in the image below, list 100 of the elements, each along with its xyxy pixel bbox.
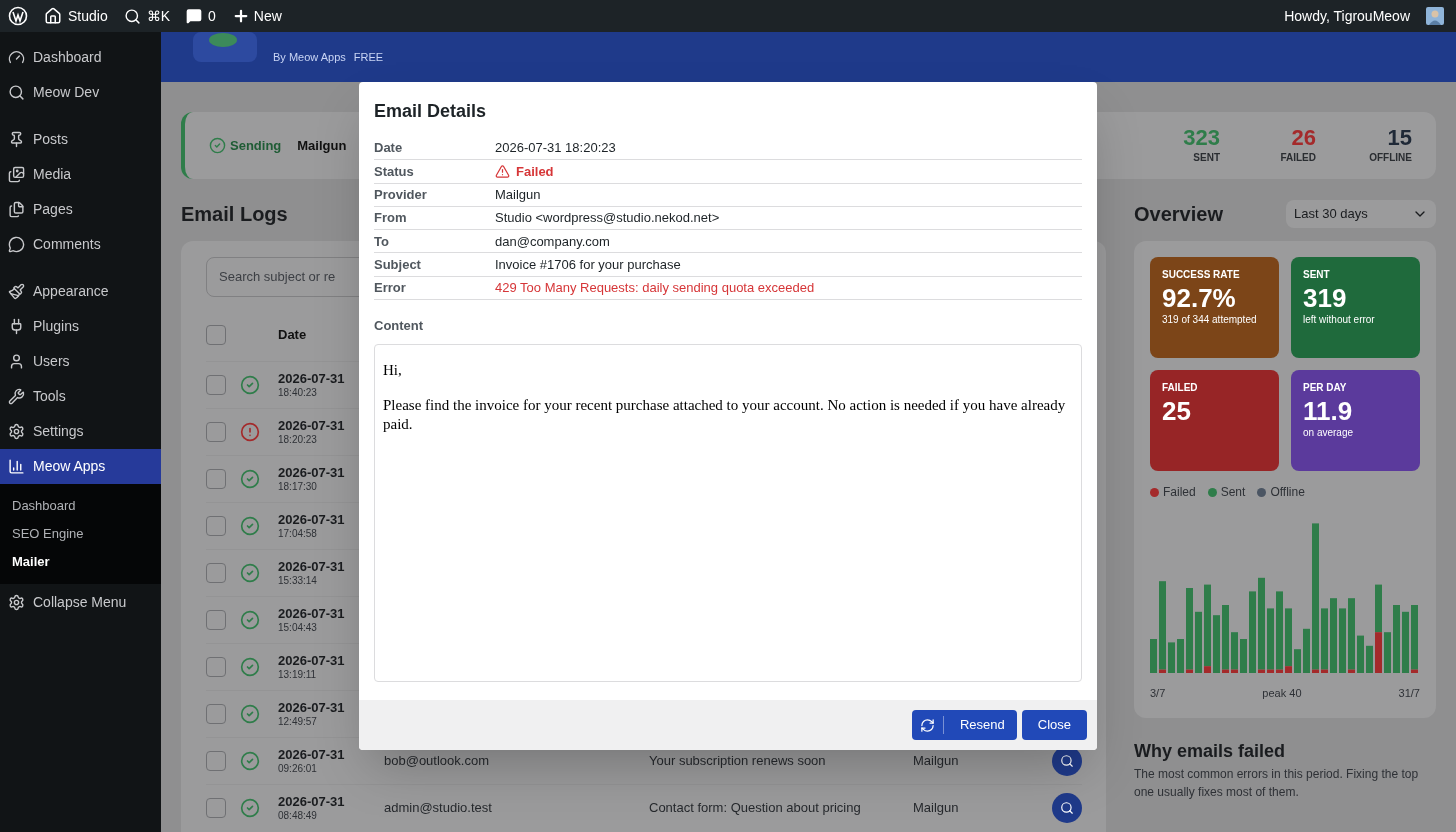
tile-label: SUCCESS RATE — [1162, 268, 1241, 282]
sidebar-item[interactable]: Posts — [0, 122, 161, 157]
comment-icon[interactable] — [186, 8, 203, 24]
sidebar-item[interactable]: Meow Dev — [0, 75, 161, 110]
checkbox[interactable] — [206, 610, 226, 630]
time-cell-text: 18:40:23 — [278, 387, 318, 399]
sent-bar — [1384, 632, 1391, 673]
submenu-item[interactable]: Mailer — [0, 548, 161, 576]
collapse-icon[interactable] — [8, 593, 25, 611]
check-icon — [209, 137, 226, 154]
section-description: The most common errors in this period. Fixing the top one usually fixes most of them. — [1134, 765, 1420, 801]
date-cell-text: 2026-07-31 — [278, 559, 346, 575]
avatar[interactable] — [1426, 7, 1444, 25]
tile-value: 11.9 — [1303, 395, 1354, 427]
checkbox[interactable] — [206, 563, 226, 583]
submenu-item[interactable]: Dashboard — [0, 492, 161, 520]
field-value: Invoice #1706 for your purchase — [495, 255, 681, 274]
new-link[interactable]: New — [253, 5, 282, 27]
sent-bar — [1411, 605, 1418, 670]
date-cell-text: 2026-07-31 — [278, 700, 346, 716]
sent-bar — [1357, 635, 1364, 673]
gauge-icon — [8, 49, 25, 66]
images-icon — [8, 166, 25, 183]
check-icon — [240, 563, 260, 583]
dialog-title: Email Details — [374, 100, 487, 123]
tile-label: PER DAY — [1303, 381, 1348, 395]
close-button[interactable]: Close — [1021, 710, 1087, 740]
content-paragraph: Hi, — [383, 360, 403, 380]
field-value: dan@company.com — [495, 232, 610, 251]
field-value: Studio <wordpress@studio.nekod.net> — [495, 209, 720, 228]
legend-label: Sent — [1220, 484, 1246, 501]
checkbox[interactable] — [206, 422, 226, 442]
stat-value: 26 — [1291, 126, 1316, 150]
stat-value: 323 — [1183, 126, 1220, 150]
sidebar-item[interactable]: Settings — [0, 414, 161, 449]
tile-note: left without error — [1303, 314, 1376, 326]
content-paragraph: Please find the invoice for your recent purchase attached to your account. No action is needed if you have already paid. — [383, 395, 1067, 434]
user-icon — [8, 353, 25, 370]
date-cell-text: 2026-07-31 — [278, 794, 346, 810]
sidebar-item[interactable]: Pages — [0, 192, 161, 227]
date-cell-text: 2026-07-31 — [278, 465, 346, 481]
status-label: Sending — [230, 136, 282, 155]
greeting[interactable]: Howdy, TigrouMeow — [1284, 5, 1410, 27]
stat-label: SENT — [1193, 151, 1220, 165]
recipient-cell-text: admin@studio.test — [384, 799, 493, 818]
column-header: Date — [278, 326, 307, 345]
sent-bar — [1267, 608, 1274, 670]
subject-cell-text: Contact form: Question about pricing — [649, 799, 862, 818]
sent-bar — [1150, 639, 1157, 673]
sidebar-item[interactable]: Media — [0, 157, 161, 192]
failed-bar — [1375, 632, 1382, 673]
axis-label: 3/7 — [1150, 686, 1166, 701]
search-icon[interactable] — [123, 7, 141, 25]
checkbox[interactable] — [206, 704, 226, 724]
check-icon — [240, 798, 260, 818]
sent-bar — [1294, 649, 1301, 673]
site-link[interactable]: Studio — [68, 5, 108, 27]
search-icon — [1060, 754, 1074, 768]
sidebar-item[interactable]: Appearance — [0, 274, 161, 309]
home-icon[interactable] — [44, 7, 62, 25]
logo-icon[interactable] — [8, 6, 28, 26]
date-cell-text: 2026-07-31 — [278, 418, 346, 434]
byline: By Meow Apps — [273, 49, 346, 65]
sent-bar — [1177, 639, 1184, 673]
time-cell-text: 09:26:01 — [278, 763, 318, 775]
range-select[interactable]: Last 30 days — [1286, 200, 1436, 228]
checkbox[interactable] — [206, 325, 226, 345]
checkbox[interactable] — [206, 375, 226, 395]
search-icon — [1060, 801, 1074, 815]
search-icon — [8, 84, 25, 101]
checkbox[interactable] — [206, 751, 226, 771]
field-label: Date — [374, 139, 404, 158]
subject-cell-text: Your subscription renews soon — [649, 752, 827, 771]
date-cell-text: 2026-07-31 — [278, 606, 346, 622]
stat-label: OFFLINE — [1369, 151, 1412, 165]
submenu-item[interactable]: SEO Engine — [0, 520, 161, 548]
time-cell-text: 13:19:11 — [278, 669, 318, 681]
sent-bar — [1168, 642, 1175, 673]
checkbox[interactable] — [206, 469, 226, 489]
checkbox[interactable] — [206, 798, 226, 818]
time-cell-text: 18:20:23 — [278, 434, 318, 446]
checkbox[interactable] — [206, 516, 226, 536]
collapse-link[interactable]: Collapse Menu — [33, 591, 127, 613]
sidebar-item[interactable]: Tools — [0, 379, 161, 414]
view-button[interactable] — [1052, 793, 1082, 823]
checkbox[interactable] — [206, 657, 226, 677]
sidebar-item[interactable]: Users — [0, 344, 161, 379]
date-cell-text: 2026-07-31 — [278, 371, 346, 387]
sent-bar — [1348, 598, 1355, 670]
plan-label: FREE — [353, 49, 384, 65]
axis-label: peak 40 — [1262, 686, 1302, 701]
sidebar-item[interactable]: Plugins — [0, 309, 161, 344]
warning-icon — [495, 163, 510, 179]
resend-button[interactable]: Resend — [911, 710, 1017, 740]
refresh-icon — [919, 717, 935, 733]
sidebar-item[interactable]: Comments — [0, 227, 161, 262]
field-label: Provider — [374, 186, 428, 204]
sidebar-item[interactable]: Meow Apps — [0, 449, 161, 484]
failed-bar — [1204, 666, 1211, 673]
sidebar-item[interactable]: Dashboard — [0, 40, 161, 75]
